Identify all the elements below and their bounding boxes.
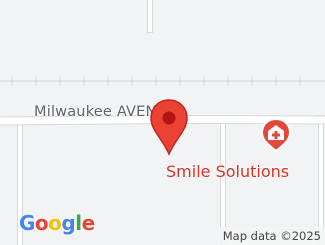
logo-letter: G [19, 211, 35, 235]
logo-letter: o [48, 211, 62, 235]
map-pin-icon[interactable] [149, 98, 189, 156]
logo-letter: e [81, 211, 96, 235]
logo-letter: o [34, 211, 49, 235]
google-logo[interactable]: Google [19, 213, 95, 233]
map-attribution[interactable]: Map data ©2025 [217, 227, 325, 245]
poi-label[interactable]: Smile Solutions [166, 162, 289, 181]
medical-cross-icon[interactable] [258, 117, 294, 153]
logo-letter: g [61, 211, 76, 235]
map-canvas[interactable]: Milwaukee AVENUE Smile Solutions Google … [0, 0, 325, 245]
